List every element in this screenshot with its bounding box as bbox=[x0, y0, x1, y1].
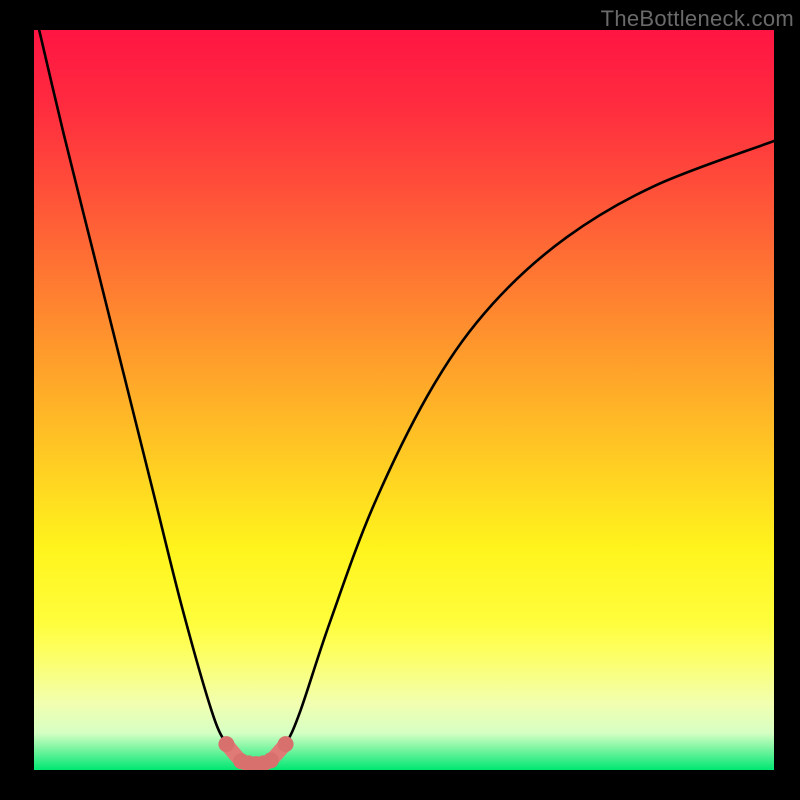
watermark-text: TheBottleneck.com bbox=[601, 6, 794, 32]
plot-area bbox=[34, 30, 774, 770]
minimum-marker-dot bbox=[218, 736, 234, 752]
minimum-marker-dot bbox=[278, 736, 294, 752]
bottleneck-curve bbox=[34, 30, 774, 764]
minimum-marker-dot bbox=[263, 752, 279, 768]
chart-frame: TheBottleneck.com bbox=[0, 0, 800, 800]
curve-layer bbox=[34, 30, 774, 770]
